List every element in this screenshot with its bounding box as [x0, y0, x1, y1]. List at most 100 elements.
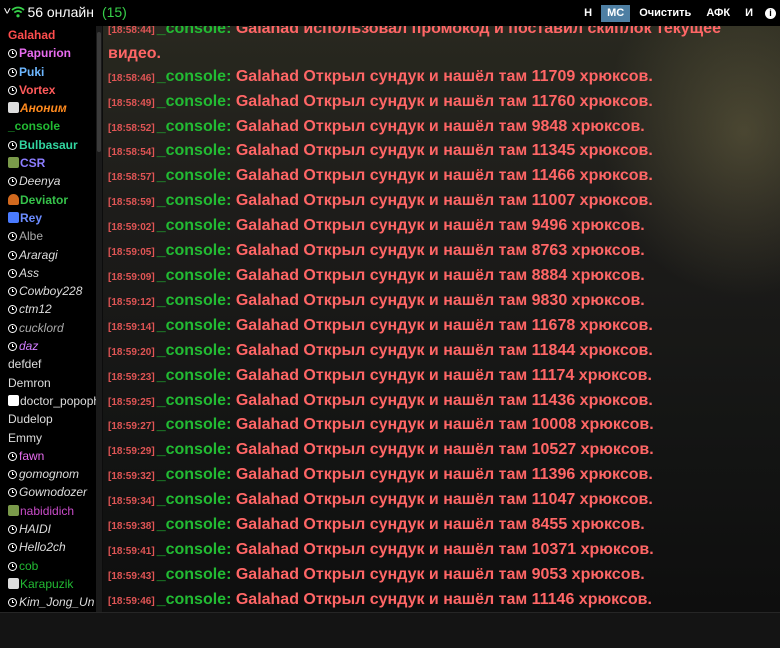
message-author[interactable]: _console: — [157, 142, 232, 159]
chat-message: [18:59:46] _console: Galahad Открыл сунду… — [108, 589, 768, 612]
user-list-item[interactable]: daz — [0, 337, 96, 355]
message-author[interactable]: _console: — [157, 566, 232, 583]
message-author[interactable]: _console: — [157, 367, 232, 384]
message-text: Galahad Открыл сундук и нашёл там 11466 … — [235, 167, 653, 185]
user-list-item[interactable]: Papurion — [0, 44, 96, 62]
message-author[interactable]: _console: — [157, 192, 232, 209]
message-timestamp: [18:59:38] — [108, 521, 155, 533]
message-timestamp: [18:59:14] — [108, 321, 155, 333]
user-list-item[interactable]: Albe — [0, 227, 96, 245]
online-counter[interactable]: ˅ 56 онлайн (15) — [3, 4, 126, 20]
user-list-item[interactable]: Hello2ch — [0, 538, 96, 556]
user-list-item[interactable]: Puki — [0, 63, 96, 81]
message-timestamp: [18:58:49] — [108, 97, 155, 109]
message-author[interactable]: _console: — [157, 242, 232, 259]
chevron-down-icon[interactable]: ˅ — [3, 6, 11, 18]
chat-message: [18:58:46] _console: Galahad Открыл сунду… — [108, 66, 768, 91]
message-text: Galahad Открыл сундук и нашёл там 11047 … — [235, 491, 653, 509]
user-name: Deviator — [20, 192, 69, 207]
hat-icon — [8, 193, 19, 205]
user-list-item[interactable]: Demron — [0, 374, 96, 392]
user-list-item[interactable]: Emmy — [0, 429, 96, 447]
i-button[interactable]: И — [739, 5, 759, 22]
top-bar: ˅ 56 онлайн (15) Н МС Очистить АФК И i — [0, 0, 780, 26]
user-list-item[interactable]: Gownodozer — [0, 483, 96, 501]
message-author[interactable]: _console: — [157, 167, 232, 184]
user-list-item[interactable]: gomognom — [0, 465, 96, 483]
chat-message: [18:59:38] _console: Galahad Открыл сунду… — [108, 514, 768, 539]
user-list-item[interactable]: Cowboy228 — [0, 282, 96, 300]
clock-icon — [8, 561, 17, 571]
user-list-item[interactable]: Ass — [0, 264, 96, 282]
message-author[interactable]: _console: — [157, 591, 232, 608]
message-text: Galahad Открыл сундук и нашёл там 11174 … — [235, 366, 652, 384]
user-list-item[interactable]: cucklord — [0, 319, 96, 337]
message-author[interactable]: _console: — [157, 491, 232, 508]
user-list-scroll-thumb[interactable] — [97, 32, 101, 152]
message-timestamp: [18:59:43] — [108, 570, 155, 582]
clock-icon — [8, 342, 17, 352]
message-author[interactable]: _console: — [157, 267, 232, 284]
user-list-item[interactable]: Araragi — [0, 246, 96, 264]
chat-message: [18:58:57] _console: Galahad Открыл сунду… — [108, 165, 768, 190]
user-name: HAIDI — [19, 522, 52, 537]
message-timestamp: [18:58:44] — [108, 24, 155, 36]
n-button[interactable]: Н — [578, 5, 598, 22]
user-list-item[interactable]: Аноним — [0, 99, 96, 117]
message-text: Galahad Открыл сундук и нашёл там 11007 … — [235, 192, 653, 210]
message-list: [18:58:41]_console: Galahad Открыл сунду… — [108, 0, 768, 612]
message-author[interactable]: _console: — [157, 392, 232, 409]
message-author[interactable]: _console: — [157, 441, 232, 458]
message-author[interactable]: _console: — [157, 342, 232, 359]
clear-button[interactable]: Очистить — [633, 5, 697, 22]
chat-message: [18:59:32] _console: Galahad Открыл сунду… — [108, 464, 768, 489]
message-text: Galahad Открыл сундук и нашёл там 8884 х… — [235, 266, 645, 284]
message-author[interactable]: _console: — [157, 93, 232, 110]
clock-icon — [8, 85, 17, 95]
user-name: Papurion — [19, 46, 72, 61]
user-list-item[interactable]: ctm12 — [0, 300, 96, 318]
user-list-item[interactable]: fawn — [0, 447, 96, 465]
message-author[interactable]: _console: — [157, 118, 232, 135]
message-author[interactable]: _console: — [157, 541, 232, 558]
user-name: Hello2ch — [19, 540, 66, 555]
message-timestamp: [18:59:12] — [108, 296, 155, 308]
message-author[interactable]: _console: — [157, 317, 232, 334]
user-list-item[interactable]: HAIDI — [0, 520, 96, 538]
message-author[interactable]: _console: — [157, 516, 232, 533]
message-author[interactable]: _console: — [157, 68, 232, 85]
mc-button[interactable]: МС — [601, 5, 631, 22]
message-text: Galahad Открыл сундук и нашёл там 11709 … — [235, 67, 653, 85]
message-text: Galahad Открыл сундук и нашёл там 11345 … — [235, 142, 653, 160]
message-timestamp: [18:59:05] — [108, 247, 155, 259]
user-list-item[interactable]: Deviator — [0, 191, 96, 209]
info-icon[interactable]: i — [765, 8, 776, 19]
user-list-item[interactable]: Kim_Jong_Un — [0, 593, 96, 611]
user-list-item[interactable]: nabididich — [0, 502, 96, 520]
message-author[interactable]: _console: — [157, 416, 232, 433]
chat-message: [18:59:09] _console: Galahad Открыл сунду… — [108, 265, 768, 290]
user-list-item[interactable]: Karapuzik — [0, 575, 96, 593]
user-list-item[interactable]: Deenya — [0, 172, 96, 190]
chat-input[interactable] — [4, 616, 776, 646]
user-list-item[interactable]: doctor_popoph — [0, 392, 96, 410]
afk-button[interactable]: АФК — [700, 5, 736, 22]
mask-icon — [8, 102, 19, 114]
user-list-item[interactable]: Vortex — [0, 81, 96, 99]
user-list-item[interactable]: Galahad — [0, 26, 96, 44]
user-list-item[interactable]: CSR — [0, 154, 96, 172]
user-list-item[interactable]: Bulbasaur — [0, 136, 96, 154]
message-author[interactable]: _console: — [157, 466, 232, 483]
message-text: Galahad Открыл сундук и нашёл там 10371 … — [235, 540, 654, 558]
message-text: Galahad Открыл сундук и нашёл там 11760 … — [235, 92, 653, 110]
message-timestamp: [18:59:20] — [108, 346, 155, 358]
message-author[interactable]: _console: — [157, 292, 232, 309]
user-list-item[interactable]: defdef — [0, 355, 96, 373]
user-list-item[interactable]: cob — [0, 557, 96, 575]
message-author[interactable]: _console: — [157, 217, 232, 234]
user-list-item[interactable]: Dudelop — [0, 410, 96, 428]
gamepad-icon — [8, 577, 19, 589]
user-name: nabididich — [20, 503, 75, 518]
user-list-item[interactable]: _console — [0, 117, 96, 135]
user-list-item[interactable]: Rey — [0, 209, 96, 227]
